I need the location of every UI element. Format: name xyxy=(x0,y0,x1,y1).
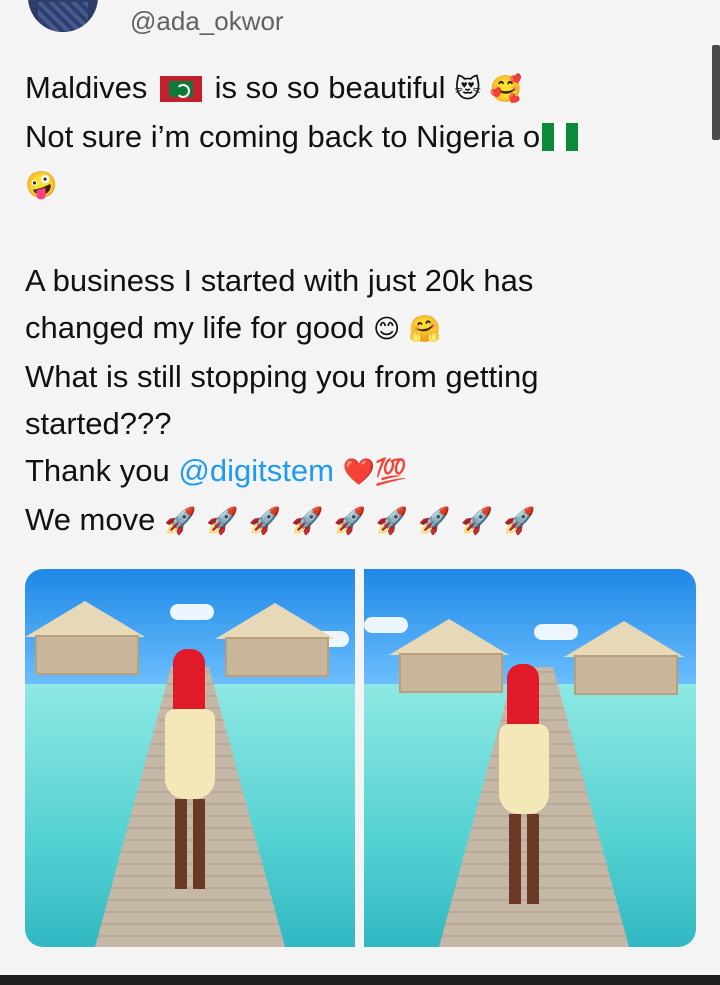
media-image-1[interactable] xyxy=(25,569,355,947)
user-handle[interactable]: @ada_okwor xyxy=(130,6,284,37)
nigeria-flag-icon xyxy=(542,123,579,152)
tweet-text-segment: Not sure i’m coming back to Nigeria o xyxy=(25,119,541,155)
water-villa xyxy=(564,621,684,695)
emoji-group: 🤪 xyxy=(25,170,58,201)
tweet-line-7: started??? xyxy=(25,405,172,441)
tweet-line-3: 🤪 xyxy=(25,160,695,209)
maldives-flag-icon xyxy=(159,76,202,102)
avatar[interactable] xyxy=(28,0,98,32)
tweet-text: Maldives is so so beautiful 😻 🥰 Not sure… xyxy=(25,64,695,546)
tweet-line-6: What is still stopping you from getting xyxy=(25,358,539,394)
emoji-group: 😻 🥰 xyxy=(454,74,522,105)
tweet-line-1: Maldives is so so beautiful 😻 🥰 xyxy=(25,64,695,113)
tweet-line-2: Not sure i’m coming back to Nigeria o xyxy=(25,113,695,160)
media-image-2[interactable] xyxy=(364,569,696,947)
tweet-text-segment: We move xyxy=(25,502,164,538)
tweet-line-4: A business I started with just 20k has xyxy=(25,262,534,298)
mention-link[interactable]: @digitstem xyxy=(178,453,334,488)
emoji-group: 😊 🤗 xyxy=(373,313,441,344)
tweet-line-5: changed my life for good 😊 🤗 xyxy=(25,304,695,353)
person-photo xyxy=(489,664,559,904)
tweet-text-segment: is so so beautiful xyxy=(214,70,446,105)
water-villa xyxy=(215,603,335,677)
water-villa xyxy=(25,601,145,675)
rocket-emoji-row: 🚀🚀🚀🚀🚀🚀🚀🚀🚀 xyxy=(163,506,546,537)
tweet-text-segment: Thank you xyxy=(25,452,179,488)
tweet-line-9: We move 🚀🚀🚀🚀🚀🚀🚀🚀🚀 xyxy=(25,496,695,545)
tweet-text-segment: changed my life for good xyxy=(25,309,365,345)
tweet-card: @ada_okwor Maldives is so so beautiful 😻… xyxy=(0,0,720,975)
scrollbar[interactable] xyxy=(712,45,720,140)
person-photo xyxy=(155,649,225,889)
tweet-text-segment: Maldives xyxy=(25,70,148,105)
emoji-group: ❤️💯 xyxy=(342,457,408,488)
cloud xyxy=(170,604,214,620)
bottom-bar xyxy=(0,975,720,985)
tweet-line-8: Thank you @digitstem ❤️💯 xyxy=(25,447,695,496)
